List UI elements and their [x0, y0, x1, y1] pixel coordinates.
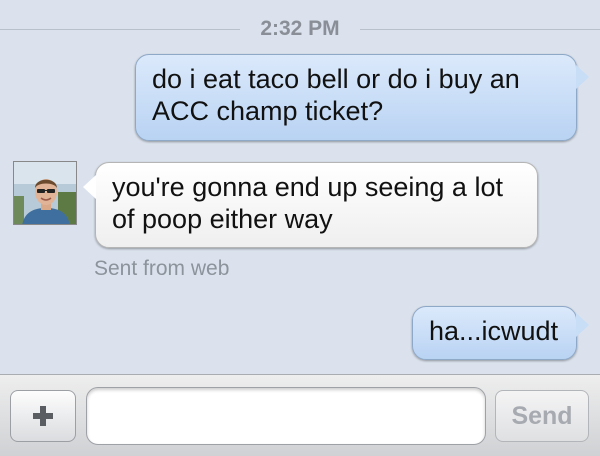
message-thread[interactable]: 2:32 PM do i eat taco bell or do i buy a…	[0, 0, 600, 374]
message-text-line: ha...icwudt	[429, 316, 559, 346]
avatar-image	[14, 162, 76, 224]
message-source-label: Sent from web	[94, 257, 230, 280]
message-text-line: of poop either way	[112, 204, 333, 234]
bubble-tail	[83, 175, 96, 199]
divider-line	[0, 29, 240, 30]
timestamp: 2:32 PM	[260, 17, 340, 40]
message-text-line: you're gonna end up seeing a lot	[112, 172, 503, 202]
send-button[interactable]: Send	[495, 390, 589, 442]
bubble-tail	[576, 65, 589, 89]
add-attachment-button[interactable]	[10, 390, 76, 442]
message-input[interactable]	[86, 387, 486, 445]
outgoing-message-bubble: do i eat taco bell or do i buy an ACC ch…	[135, 54, 589, 141]
plus-icon	[33, 406, 53, 426]
avatar[interactable]	[13, 161, 77, 225]
timestamp-divider: 2:32 PM	[0, 14, 600, 44]
outgoing-message-bubble: ha...icwudt	[412, 306, 589, 360]
bubble-tail	[576, 313, 589, 337]
divider-line	[360, 29, 600, 30]
message-text-line: ACC champ ticket?	[152, 96, 384, 126]
message-text-line: do i eat taco bell or do i buy an	[152, 64, 520, 94]
incoming-message-bubble: you're gonna end up seeing a lot of poop…	[83, 162, 538, 248]
message-composer: Send	[0, 374, 600, 456]
